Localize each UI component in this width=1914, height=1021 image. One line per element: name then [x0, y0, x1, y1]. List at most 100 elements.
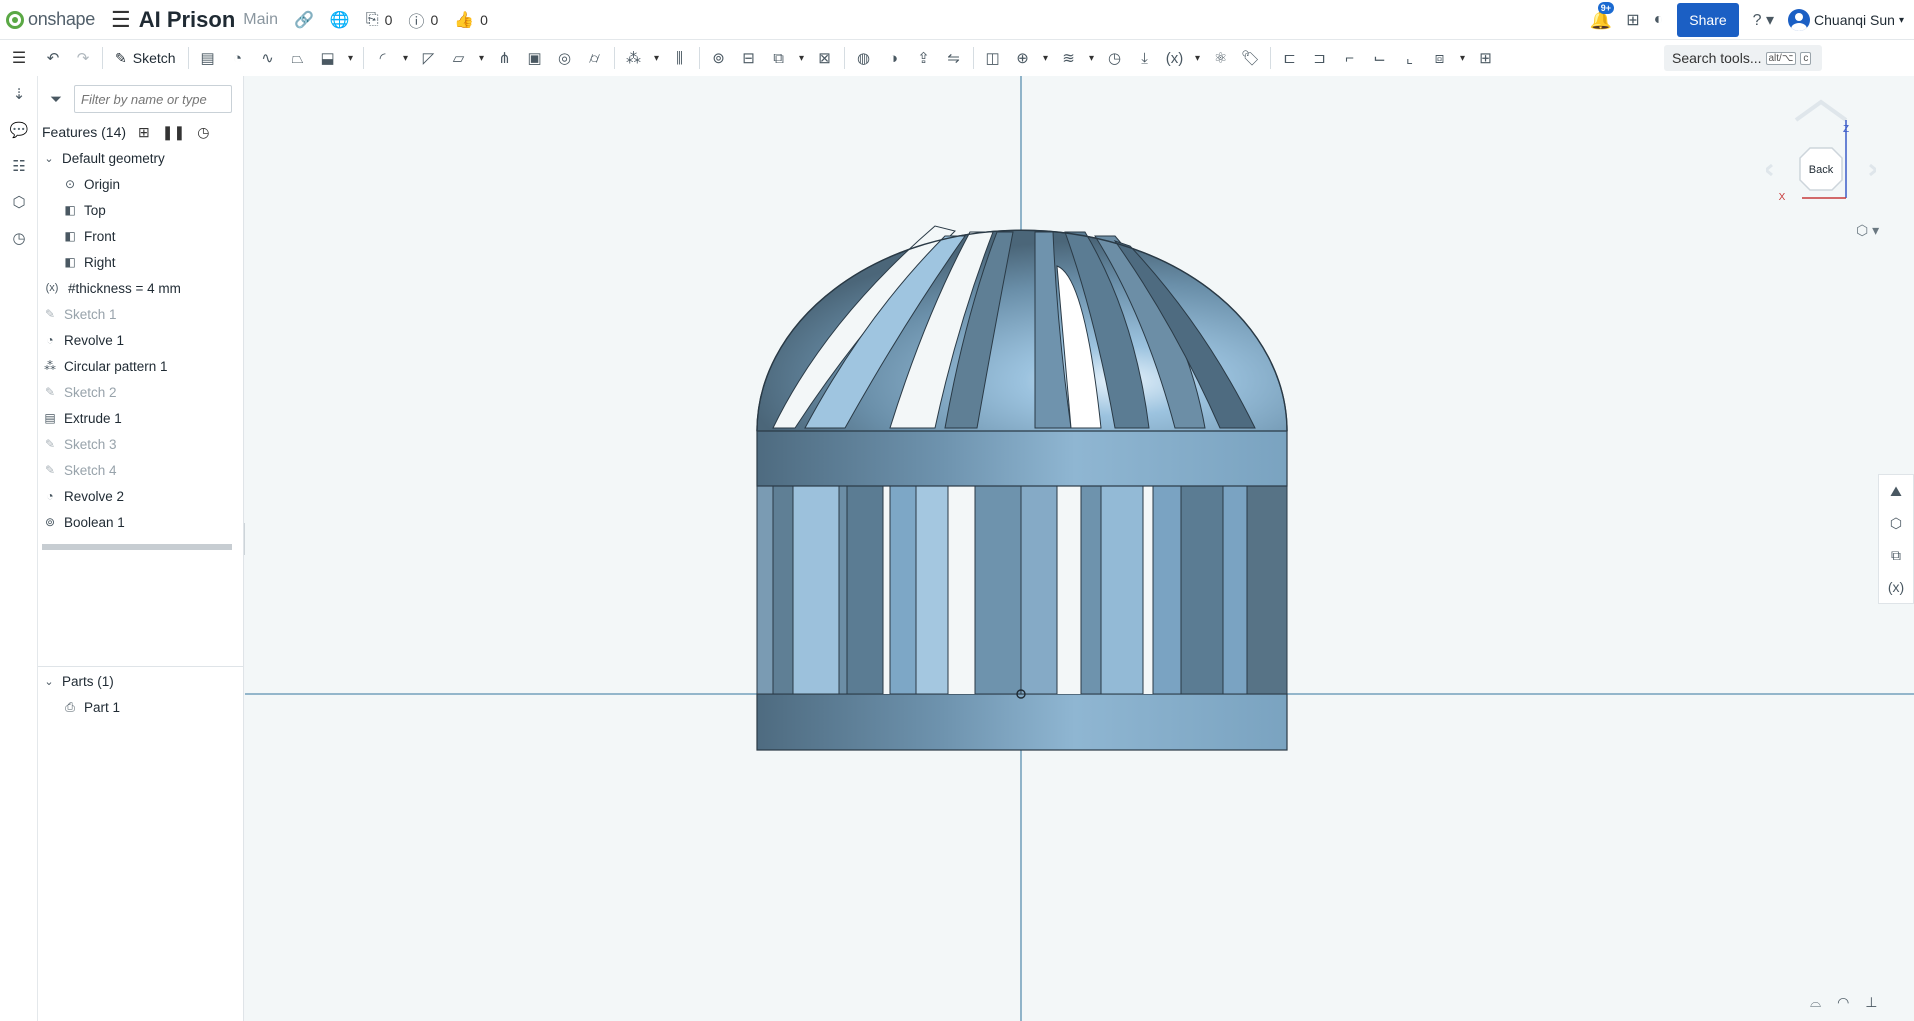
- document-title[interactable]: AI Prison: [139, 7, 236, 33]
- fit-spline-icon[interactable]: ◷: [1100, 44, 1130, 72]
- branch-label[interactable]: Main: [243, 11, 278, 29]
- hole-icon[interactable]: ◎: [550, 44, 580, 72]
- thicken-icon[interactable]: ⬓: [313, 44, 343, 72]
- rib-icon[interactable]: ⋔: [490, 44, 520, 72]
- tree-group-default-geometry[interactable]: ⌄ Default geometry: [38, 145, 244, 171]
- undo-icon[interactable]: ↶: [38, 44, 68, 72]
- cylinder-icon[interactable]: ⌭: [580, 44, 610, 72]
- view-cube[interactable]: Back Z X: [1763, 90, 1879, 240]
- versions-button[interactable]: ⎘ 0: [366, 11, 393, 29]
- appearance-panel-icon[interactable]: ⛰: [1879, 475, 1913, 507]
- projected-curve-icon[interactable]: ⤓: [1130, 44, 1160, 72]
- feature-item[interactable]: ⁂ Circular pattern 1: [38, 353, 244, 379]
- appearance-icon[interactable]: ⬡: [0, 184, 38, 220]
- view-options-icon[interactable]: ⬡ ▾: [1856, 222, 1879, 239]
- help-icon[interactable]: ? ▾: [1753, 10, 1774, 30]
- section-view-icon[interactable]: ⌓: [1810, 994, 1821, 1011]
- sweep-icon[interactable]: ∿: [253, 44, 283, 72]
- pattern-icon[interactable]: ⁂: [619, 44, 649, 72]
- derived-icon[interactable]: ⚛: [1206, 44, 1236, 72]
- feature-item[interactable]: ◧ Front: [38, 223, 244, 249]
- chevron-down-icon[interactable]: ▾: [1038, 44, 1054, 72]
- chamfer-icon[interactable]: ◸: [414, 44, 444, 72]
- move-face-icon[interactable]: ⇪: [909, 44, 939, 72]
- mirror-icon[interactable]: ⫼: [665, 44, 695, 72]
- new-folder-icon[interactable]: ⊞: [138, 124, 150, 141]
- rotate-up-arrow-icon[interactable]: [1794, 99, 1848, 122]
- feature-item[interactable]: ✎ Sketch 4: [38, 457, 244, 483]
- globe-icon[interactable]: 🌐: [330, 10, 350, 30]
- tag-icon[interactable]: 🏷: [1236, 44, 1266, 72]
- split-icon[interactable]: ⊟: [734, 44, 764, 72]
- feature-item[interactable]: ⊚ Boolean 1: [38, 509, 244, 535]
- variable-icon[interactable]: (x): [1160, 44, 1190, 72]
- extrude-icon[interactable]: ▤: [193, 44, 223, 72]
- apps-icon[interactable]: ⊞: [1626, 10, 1639, 30]
- variable-panel-icon[interactable]: (x): [1879, 571, 1913, 603]
- delete-face-icon[interactable]: ◑: [879, 44, 909, 72]
- helix-icon[interactable]: ≋: [1054, 44, 1084, 72]
- modify-fillet-icon[interactable]: ◍: [849, 44, 879, 72]
- learning-icon[interactable]: ◐: [1654, 11, 1664, 29]
- measure-icon[interactable]: ◠: [1837, 994, 1849, 1011]
- chevron-down-icon[interactable]: ▾: [794, 44, 810, 72]
- mate-panel-icon[interactable]: ⧉: [1879, 539, 1913, 571]
- feature-item[interactable]: ✎ Sketch 1: [38, 301, 244, 327]
- draft-icon[interactable]: ⏥: [444, 44, 474, 72]
- chevron-down-icon[interactable]: ▾: [343, 44, 359, 72]
- comments-button[interactable]: ⓘ 0: [408, 8, 438, 32]
- onshape-logo[interactable]: onshape: [6, 9, 95, 30]
- instance-insert-icon[interactable]: ⇣: [0, 76, 38, 112]
- graphics-viewport[interactable]: [245, 76, 1914, 1021]
- feature-item[interactable]: ▤ Extrude 1: [38, 405, 244, 431]
- link-icon[interactable]: 🔗: [294, 10, 314, 30]
- feature-item[interactable]: ⊙ Origin: [38, 171, 244, 197]
- bend-icon[interactable]: ⌙: [1365, 44, 1395, 72]
- history-icon[interactable]: ◷: [0, 220, 38, 256]
- chevron-down-icon[interactable]: ▾: [398, 44, 414, 72]
- parts-group[interactable]: ⌄ Parts (1): [38, 668, 244, 694]
- feature-item[interactable]: ✎ Sketch 3: [38, 431, 244, 457]
- transform-icon[interactable]: ⧉: [764, 44, 794, 72]
- feature-list-icon[interactable]: ☰: [0, 40, 38, 76]
- pause-icon[interactable]: ❚❚: [162, 124, 185, 141]
- user-menu[interactable]: Chuanqi Sun ▾: [1788, 9, 1904, 31]
- filter-icon[interactable]: ⏷: [38, 91, 74, 108]
- add-custom-feature-icon[interactable]: ⊞: [1471, 44, 1501, 72]
- ruler-icon[interactable]: ⊥: [1865, 994, 1877, 1011]
- fillet-icon[interactable]: ◜: [368, 44, 398, 72]
- menu-icon[interactable]: ☰: [111, 7, 131, 33]
- timer-icon[interactable]: ◷: [197, 124, 209, 141]
- like-button[interactable]: 👍 0: [454, 10, 488, 30]
- replace-face-icon[interactable]: ⇋: [939, 44, 969, 72]
- sheet-metal-icon[interactable]: ⊏: [1275, 44, 1305, 72]
- rotate-left-arrow-icon[interactable]: [1763, 163, 1773, 177]
- delete-part-icon[interactable]: ⊠: [810, 44, 840, 72]
- chevron-down-icon[interactable]: ▾: [1455, 44, 1471, 72]
- feature-item[interactable]: ◔ Revolve 2: [38, 483, 244, 509]
- redo-icon[interactable]: ↷: [68, 44, 98, 72]
- chevron-down-icon[interactable]: ▾: [649, 44, 665, 72]
- tab-icon[interactable]: ⌐: [1335, 44, 1365, 72]
- shell-icon[interactable]: ▣: [520, 44, 550, 72]
- plane-icon[interactable]: ◫: [978, 44, 1008, 72]
- corner-icon[interactable]: ⌞: [1395, 44, 1425, 72]
- frame-icon[interactable]: ⧈: [1425, 44, 1455, 72]
- rotate-right-arrow-icon[interactable]: [1869, 163, 1879, 177]
- filter-input[interactable]: [74, 85, 232, 113]
- feature-item[interactable]: ◔ Revolve 1: [38, 327, 244, 353]
- feature-item[interactable]: ✎ Sketch 2: [38, 379, 244, 405]
- chevron-down-icon[interactable]: ▾: [1190, 44, 1206, 72]
- rollback-bar[interactable]: [42, 544, 232, 550]
- bom-icon[interactable]: ☷: [0, 148, 38, 184]
- boolean-icon[interactable]: ⊚: [704, 44, 734, 72]
- share-button[interactable]: Share: [1677, 3, 1739, 37]
- notifications-button[interactable]: 🔔 9+: [1590, 1, 1615, 31]
- feature-item[interactable]: (x) #thickness = 4 mm: [38, 275, 244, 301]
- feature-item[interactable]: ◧ Right: [38, 249, 244, 275]
- search-tools-input[interactable]: Search tools... alt/⌥ c: [1664, 45, 1822, 71]
- flange-icon[interactable]: ⊐: [1305, 44, 1335, 72]
- sketch-button[interactable]: ✎ Sketch: [107, 44, 184, 72]
- list-item[interactable]: ⎙ Part 1: [38, 694, 244, 720]
- chevron-down-icon[interactable]: ▾: [1084, 44, 1100, 72]
